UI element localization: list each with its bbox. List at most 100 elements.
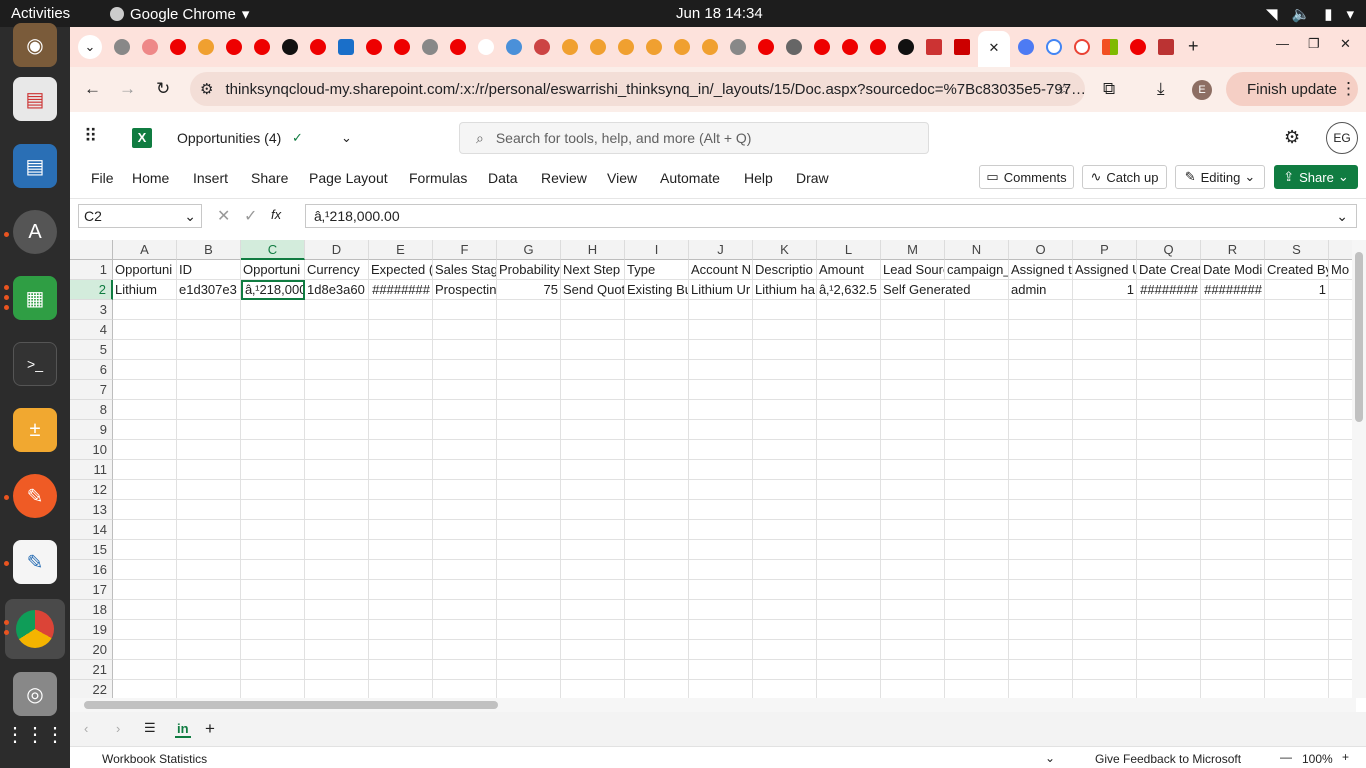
tab-icon[interactable] <box>1046 39 1062 55</box>
cell[interactable] <box>1201 480 1265 500</box>
cell[interactable] <box>497 640 561 660</box>
cell[interactable] <box>561 600 625 620</box>
cell[interactable] <box>1265 680 1329 698</box>
cell[interactable] <box>433 340 497 360</box>
cell[interactable] <box>1137 560 1201 580</box>
cell[interactable] <box>241 680 305 698</box>
text-editor-icon[interactable]: ✎ <box>13 540 57 584</box>
cell[interactable] <box>497 560 561 580</box>
cell[interactable] <box>177 480 241 500</box>
cell[interactable] <box>689 680 753 698</box>
tab-icon[interactable] <box>226 39 242 55</box>
zoom-in-button[interactable]: + <box>1342 750 1349 764</box>
cell[interactable] <box>177 560 241 580</box>
cell[interactable] <box>753 320 817 340</box>
cell[interactable] <box>1073 620 1137 640</box>
cell[interactable] <box>305 380 369 400</box>
cell[interactable] <box>433 600 497 620</box>
menu-file[interactable]: File <box>91 170 114 186</box>
cell[interactable] <box>1137 480 1201 500</box>
cell[interactable] <box>1009 560 1073 580</box>
cell[interactable] <box>1073 540 1137 560</box>
cell[interactable] <box>625 540 689 560</box>
cell[interactable] <box>497 480 561 500</box>
cell[interactable] <box>1265 600 1329 620</box>
cell[interactable] <box>1137 500 1201 520</box>
cell[interactable]: Account N <box>689 260 753 280</box>
column-header[interactable]: S <box>1265 240 1329 260</box>
cell[interactable]: admin <box>1009 280 1073 300</box>
cell[interactable] <box>241 660 305 680</box>
tab-icon[interactable] <box>730 39 746 55</box>
cell[interactable] <box>753 560 817 580</box>
cell[interactable] <box>625 480 689 500</box>
cell[interactable]: Expected ( <box>369 260 433 280</box>
cell[interactable] <box>113 340 177 360</box>
cell[interactable] <box>305 340 369 360</box>
cell[interactable] <box>113 320 177 340</box>
tab-icon[interactable] <box>534 39 550 55</box>
spreadsheet-grid[interactable]: A B C D E F G H I J K L M N O P Q R S 1 Opportuni ID Opportuni… <box>70 240 1356 698</box>
cell[interactable] <box>305 440 369 460</box>
cell[interactable] <box>1073 600 1137 620</box>
cell[interactable]: â‚¹2,632.5 <box>817 280 881 300</box>
menu-home[interactable]: Home <box>132 170 169 186</box>
cell[interactable] <box>945 600 1009 620</box>
cell[interactable] <box>1009 320 1073 340</box>
cell[interactable] <box>369 320 433 340</box>
cell[interactable] <box>305 500 369 520</box>
cell[interactable] <box>369 540 433 560</box>
app-launcher-icon[interactable]: ⠿ <box>84 126 97 147</box>
cell[interactable] <box>1073 480 1137 500</box>
cell[interactable]: Next Step <box>561 260 625 280</box>
cell[interactable] <box>433 320 497 340</box>
cell[interactable] <box>881 420 945 440</box>
cell[interactable] <box>1073 520 1137 540</box>
column-header[interactable]: I <box>625 240 689 260</box>
cell[interactable] <box>689 620 753 640</box>
cell[interactable] <box>689 600 753 620</box>
row-header[interactable]: 2 <box>70 280 113 300</box>
cell[interactable] <box>113 560 177 580</box>
cell[interactable] <box>433 460 497 480</box>
cell[interactable] <box>177 620 241 640</box>
menu-review[interactable]: Review <box>541 170 587 186</box>
cell[interactable] <box>561 660 625 680</box>
column-header[interactable]: D <box>305 240 369 260</box>
row-header[interactable]: 8 <box>70 400 113 420</box>
cell[interactable] <box>817 660 881 680</box>
cell[interactable] <box>369 640 433 660</box>
reload-button[interactable]: ↻ <box>156 79 170 99</box>
cell[interactable]: Assigned U <box>1073 260 1137 280</box>
cell[interactable] <box>561 300 625 320</box>
cell[interactable] <box>1073 300 1137 320</box>
cell[interactable] <box>1073 320 1137 340</box>
cell[interactable] <box>241 480 305 500</box>
expand-formula-icon[interactable]: ⌄ <box>1336 208 1348 225</box>
cell[interactable] <box>1137 440 1201 460</box>
cell[interactable] <box>241 620 305 640</box>
sheet-tab-in[interactable]: in <box>175 721 191 738</box>
cell[interactable] <box>561 460 625 480</box>
cell[interactable] <box>1009 460 1073 480</box>
cell[interactable] <box>689 560 753 580</box>
chrome-dock-icon[interactable] <box>5 599 65 659</box>
cell[interactable] <box>881 460 945 480</box>
user-avatar[interactable]: EG <box>1326 122 1358 154</box>
screenshot-icon[interactable]: ◎ <box>13 672 57 716</box>
menu-insert[interactable]: Insert <box>193 170 228 186</box>
cell[interactable] <box>817 320 881 340</box>
cell[interactable] <box>305 560 369 580</box>
row-header[interactable]: 15 <box>70 540 113 560</box>
cell[interactable]: Send Quot <box>561 280 625 300</box>
column-header[interactable]: R <box>1201 240 1265 260</box>
new-tab-button[interactable]: + <box>1188 36 1199 57</box>
tab-icon[interactable] <box>1018 39 1034 55</box>
cell[interactable] <box>881 500 945 520</box>
tab-icon[interactable] <box>114 39 130 55</box>
share-button[interactable]: ⇪ Share ⌄ <box>1274 165 1358 189</box>
cell[interactable] <box>689 640 753 660</box>
cell[interactable] <box>1201 300 1265 320</box>
tab-icon[interactable] <box>562 39 578 55</box>
cell[interactable] <box>1265 500 1329 520</box>
